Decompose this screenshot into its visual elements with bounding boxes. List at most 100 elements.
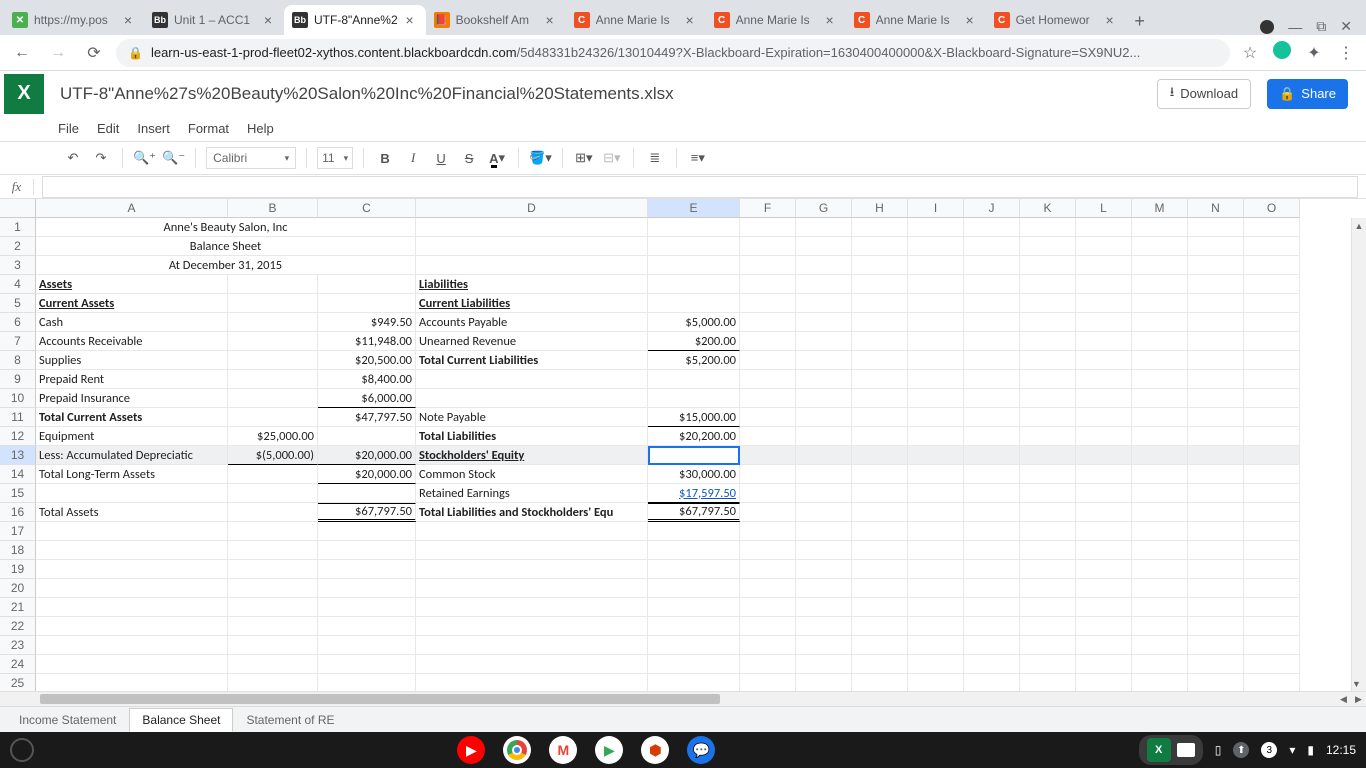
close-icon[interactable]: ×: [542, 12, 558, 28]
cell[interactable]: [228, 503, 318, 522]
cell[interactable]: [36, 522, 228, 541]
cell[interactable]: $47,797.50: [318, 408, 416, 427]
launcher-icon[interactable]: [10, 738, 34, 762]
sheet-tab[interactable]: Income Statement: [6, 708, 129, 732]
cell[interactable]: [1076, 522, 1132, 541]
cell[interactable]: [740, 484, 796, 503]
cell[interactable]: [852, 522, 908, 541]
cell[interactable]: [36, 484, 228, 503]
row-header[interactable]: 1: [0, 218, 36, 237]
cell[interactable]: Common Stock: [416, 465, 648, 484]
cell[interactable]: [1244, 541, 1300, 560]
cell[interactable]: [796, 256, 852, 275]
cell[interactable]: [908, 408, 964, 427]
row-header[interactable]: 11: [0, 408, 36, 427]
cell[interactable]: [228, 408, 318, 427]
cell[interactable]: $20,000.00: [318, 465, 416, 484]
cell[interactable]: [908, 560, 964, 579]
cell[interactable]: [228, 560, 318, 579]
reload-button[interactable]: ⟳: [80, 39, 108, 67]
cell[interactable]: Unearned Revenue: [416, 332, 648, 351]
url-input[interactable]: 🔒 learn-us-east-1-prod-fleet02-xythos.co…: [116, 39, 1230, 67]
cell[interactable]: [740, 389, 796, 408]
cell[interactable]: [318, 560, 416, 579]
cell[interactable]: [1076, 560, 1132, 579]
cell[interactable]: [964, 294, 1020, 313]
cell[interactable]: [796, 522, 852, 541]
cell[interactable]: [1244, 294, 1300, 313]
tray-app[interactable]: X: [1139, 735, 1203, 765]
cell[interactable]: [852, 579, 908, 598]
cell[interactable]: [1132, 541, 1188, 560]
zoom-out-icon[interactable]: 🔍⁻: [162, 146, 185, 170]
cell[interactable]: [1020, 446, 1076, 465]
redo-button[interactable]: ↷: [90, 146, 112, 170]
cell[interactable]: [318, 427, 416, 446]
cell[interactable]: [852, 256, 908, 275]
cell[interactable]: [1076, 579, 1132, 598]
cell[interactable]: [1020, 465, 1076, 484]
cell[interactable]: [228, 522, 318, 541]
cell[interactable]: [318, 598, 416, 617]
cell[interactable]: [964, 389, 1020, 408]
cell[interactable]: [1020, 332, 1076, 351]
cell[interactable]: [796, 598, 852, 617]
cell[interactable]: Accounts Payable: [416, 313, 648, 332]
cell[interactable]: $11,948.00: [318, 332, 416, 351]
row-header[interactable]: 3: [0, 256, 36, 275]
cell[interactable]: [908, 636, 964, 655]
cell[interactable]: [796, 237, 852, 256]
download-button[interactable]: ⭳ Download: [1157, 79, 1251, 109]
cell[interactable]: [908, 332, 964, 351]
cell[interactable]: $15,000.00: [648, 408, 740, 427]
cell[interactable]: [1132, 465, 1188, 484]
cell[interactable]: [1188, 541, 1244, 560]
cell[interactable]: [964, 503, 1020, 522]
cell[interactable]: [964, 617, 1020, 636]
cell[interactable]: [1132, 560, 1188, 579]
cell[interactable]: [796, 313, 852, 332]
cell[interactable]: [1132, 674, 1188, 691]
cell[interactable]: [1188, 313, 1244, 332]
extensions-icon[interactable]: ✦: [1302, 43, 1326, 63]
menu-insert[interactable]: Insert: [137, 121, 170, 136]
cell[interactable]: [1132, 275, 1188, 294]
cell[interactable]: [648, 560, 740, 579]
cell[interactable]: [1076, 351, 1132, 370]
cell[interactable]: [1132, 332, 1188, 351]
cell[interactable]: [852, 313, 908, 332]
cell[interactable]: Stockholders' Equity: [416, 446, 648, 465]
cell[interactable]: [852, 617, 908, 636]
cell[interactable]: [852, 674, 908, 691]
row-header[interactable]: 16: [0, 503, 36, 522]
cell[interactable]: Total Long-Term Assets: [36, 465, 228, 484]
row-header[interactable]: 21: [0, 598, 36, 617]
cell[interactable]: [416, 522, 648, 541]
cell[interactable]: [908, 389, 964, 408]
cell[interactable]: [1132, 256, 1188, 275]
cell[interactable]: [1076, 446, 1132, 465]
cell[interactable]: [1244, 655, 1300, 674]
cell[interactable]: [1188, 636, 1244, 655]
cell[interactable]: [796, 465, 852, 484]
cell[interactable]: [964, 427, 1020, 446]
cell[interactable]: Supplies: [36, 351, 228, 370]
cell[interactable]: [228, 389, 318, 408]
cell[interactable]: [1244, 465, 1300, 484]
close-icon[interactable]: ×: [1102, 12, 1118, 28]
cell[interactable]: [1020, 579, 1076, 598]
cell[interactable]: [964, 313, 1020, 332]
cell[interactable]: [908, 541, 964, 560]
close-icon[interactable]: ×: [120, 12, 136, 28]
cell[interactable]: [1020, 351, 1076, 370]
cell[interactable]: [318, 579, 416, 598]
cell[interactable]: [648, 275, 740, 294]
cell[interactable]: [416, 218, 648, 237]
cell[interactable]: [1244, 408, 1300, 427]
cell[interactable]: [1132, 579, 1188, 598]
cell[interactable]: [1132, 503, 1188, 522]
cell[interactable]: [740, 237, 796, 256]
cell[interactable]: Prepaid Rent: [36, 370, 228, 389]
cell[interactable]: [1020, 655, 1076, 674]
cell[interactable]: [740, 332, 796, 351]
